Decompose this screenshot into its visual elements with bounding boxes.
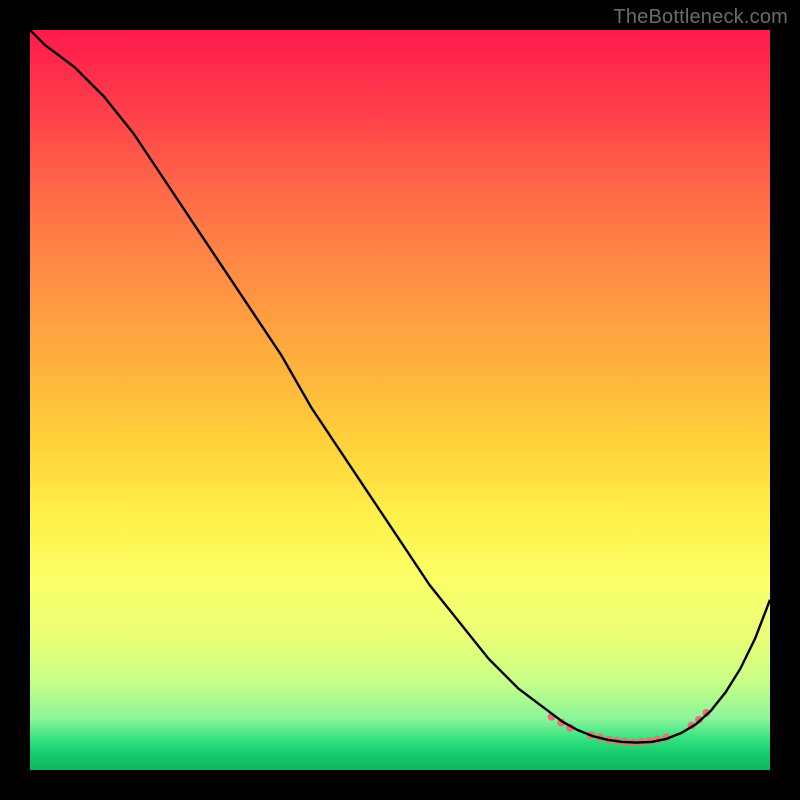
plot-area [30,30,770,770]
bottleneck-curve [30,30,770,743]
chart-frame: TheBottleneck.com [0,0,800,800]
curve-layer [30,30,770,770]
watermark-label: TheBottleneck.com [613,6,788,29]
